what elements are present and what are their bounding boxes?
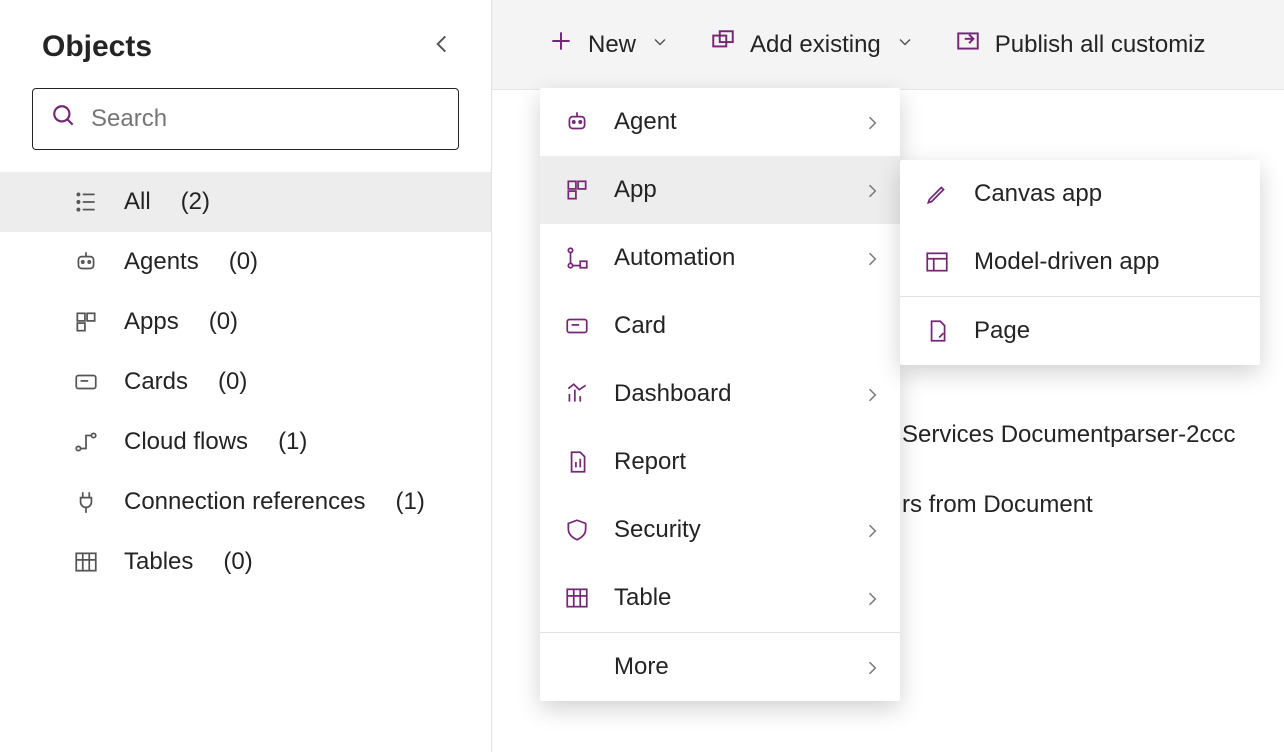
new-button[interactable]: New <box>548 28 670 61</box>
sidebar-item-label: Cards <box>124 368 188 396</box>
menu-item-label: More <box>614 653 669 681</box>
apps-icon <box>72 309 100 335</box>
menu-item-security[interactable]: Security <box>540 496 900 564</box>
collapse-sidebar-button[interactable] <box>429 31 455 63</box>
publish-button[interactable]: Publish all customiz <box>955 28 1206 61</box>
sidebar-item-count: (0) <box>229 248 258 276</box>
submenu-item-label: Page <box>974 317 1030 345</box>
sidebar-item-count: (0) <box>218 368 247 396</box>
sidebar-item-tables[interactable]: Tables (0) <box>0 532 491 592</box>
submenu-item-model-driven-app[interactable]: Model-driven app <box>900 228 1260 296</box>
automation-icon <box>562 245 592 271</box>
blank-icon <box>562 654 592 680</box>
sidebar-item-count: (1) <box>395 488 424 516</box>
sidebar-item-all[interactable]: All (2) <box>0 172 491 232</box>
chevron-right-icon <box>862 657 882 677</box>
search-input[interactable] <box>91 105 440 133</box>
submenu-item-label: Model-driven app <box>974 248 1159 276</box>
report-icon <box>562 449 592 475</box>
plug-icon <box>72 489 100 515</box>
menu-item-label: Card <box>614 312 666 340</box>
add-existing-label: Add existing <box>750 31 881 59</box>
shield-icon <box>562 517 592 543</box>
chevron-right-icon <box>862 384 882 404</box>
command-bar: New Add existing Publish all customiz <box>492 0 1284 90</box>
chevron-right-icon <box>862 180 882 200</box>
table-icon <box>72 549 100 575</box>
sidebar-item-connection-references[interactable]: Connection references (1) <box>0 472 491 532</box>
menu-item-label: Report <box>614 448 686 476</box>
model-driven-icon <box>922 249 952 275</box>
list-row[interactable]: Services Documentparser-2ccc <box>902 400 1284 470</box>
sidebar-item-label: Apps <box>124 308 179 336</box>
plus-icon <box>548 28 574 61</box>
agent-icon <box>72 249 100 275</box>
sidebar-item-count: (0) <box>223 548 252 576</box>
sidebar-item-cards[interactable]: Cards (0) <box>0 352 491 412</box>
submenu-item-page[interactable]: Page <box>900 297 1260 365</box>
menu-item-label: Agent <box>614 108 677 136</box>
card-icon <box>72 369 100 395</box>
menu-item-report[interactable]: Report <box>540 428 900 496</box>
new-menu: Agent App Automation Card Dashboard Repo… <box>540 88 900 701</box>
list-row[interactable]: rs from Document <box>902 470 1284 540</box>
page-icon <box>922 318 952 344</box>
sidebar-item-count: (1) <box>278 428 307 456</box>
sidebar-item-label: All <box>124 188 151 216</box>
menu-item-label: Table <box>614 584 671 612</box>
chevron-right-icon <box>862 520 882 540</box>
publish-label: Publish all customiz <box>995 31 1206 59</box>
menu-item-label: App <box>614 176 657 204</box>
sidebar-item-agents[interactable]: Agents (0) <box>0 232 491 292</box>
chevron-right-icon <box>862 248 882 268</box>
app-submenu: Canvas app Model-driven app Page <box>900 160 1260 365</box>
card-icon <box>562 313 592 339</box>
menu-item-automation[interactable]: Automation <box>540 224 900 292</box>
add-existing-icon <box>710 28 736 61</box>
chevron-down-icon <box>650 31 670 59</box>
submenu-item-label: Canvas app <box>974 180 1102 208</box>
sidebar-item-label: Connection references <box>124 488 365 516</box>
apps-icon <box>562 177 592 203</box>
flow-icon <box>72 429 100 455</box>
menu-item-more[interactable]: More <box>540 633 900 701</box>
list-icon <box>72 189 100 215</box>
objects-sidebar: Objects All (2) Agents (0) <box>0 0 492 752</box>
menu-item-app[interactable]: App <box>540 156 900 224</box>
menu-item-label: Automation <box>614 244 735 272</box>
sidebar-item-cloud-flows[interactable]: Cloud flows (1) <box>0 412 491 472</box>
table-icon <box>562 585 592 611</box>
search-icon <box>51 103 77 135</box>
menu-item-label: Dashboard <box>614 380 731 408</box>
sidebar-item-count: (2) <box>181 188 210 216</box>
sidebar-item-count: (0) <box>209 308 238 336</box>
menu-item-label: Security <box>614 516 701 544</box>
chevron-right-icon <box>862 588 882 608</box>
add-existing-button[interactable]: Add existing <box>710 28 915 61</box>
chevron-down-icon <box>895 31 915 59</box>
menu-item-dashboard[interactable]: Dashboard <box>540 360 900 428</box>
sidebar-item-label: Agents <box>124 248 199 276</box>
sidebar-title: Objects <box>42 30 152 64</box>
new-button-label: New <box>588 31 636 59</box>
menu-item-agent[interactable]: Agent <box>540 88 900 156</box>
search-input-wrapper[interactable] <box>32 88 459 150</box>
publish-icon <box>955 28 981 61</box>
menu-item-card[interactable]: Card <box>540 292 900 360</box>
sidebar-item-label: Tables <box>124 548 193 576</box>
chevron-right-icon <box>862 112 882 132</box>
submenu-item-canvas-app[interactable]: Canvas app <box>900 160 1260 228</box>
sidebar-item-apps[interactable]: Apps (0) <box>0 292 491 352</box>
agent-icon <box>562 109 592 135</box>
sidebar-item-label: Cloud flows <box>124 428 248 456</box>
dashboard-icon <box>562 381 592 407</box>
pen-icon <box>922 181 952 207</box>
menu-item-table[interactable]: Table <box>540 564 900 632</box>
